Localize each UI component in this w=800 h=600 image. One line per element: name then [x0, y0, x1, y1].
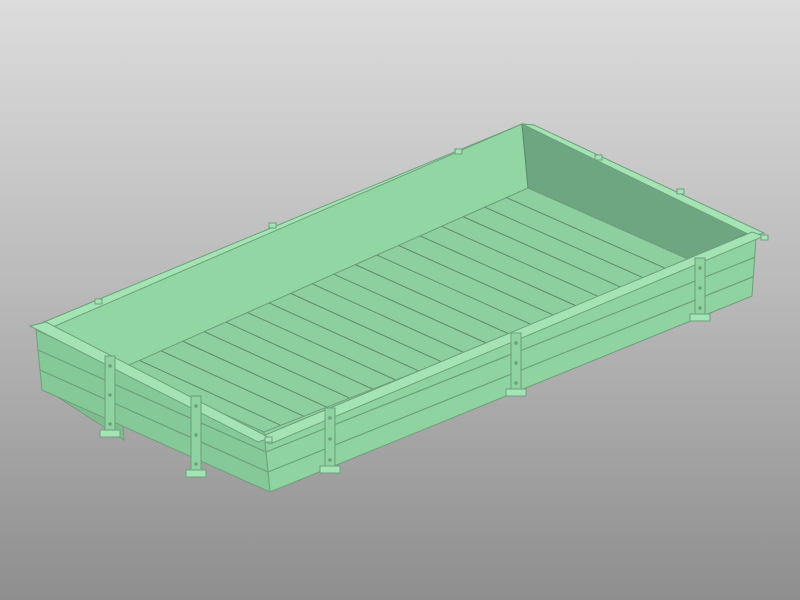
rim-bump	[94, 298, 103, 305]
3d-viewport[interactable]	[0, 0, 800, 600]
wagon-model	[28, 123, 769, 493]
rim-bump	[268, 222, 277, 229]
rim-bump	[454, 148, 463, 155]
rim-bump	[264, 436, 273, 443]
rim-bump	[594, 154, 603, 161]
rim-bump	[760, 234, 769, 241]
rim-bump	[676, 188, 685, 195]
